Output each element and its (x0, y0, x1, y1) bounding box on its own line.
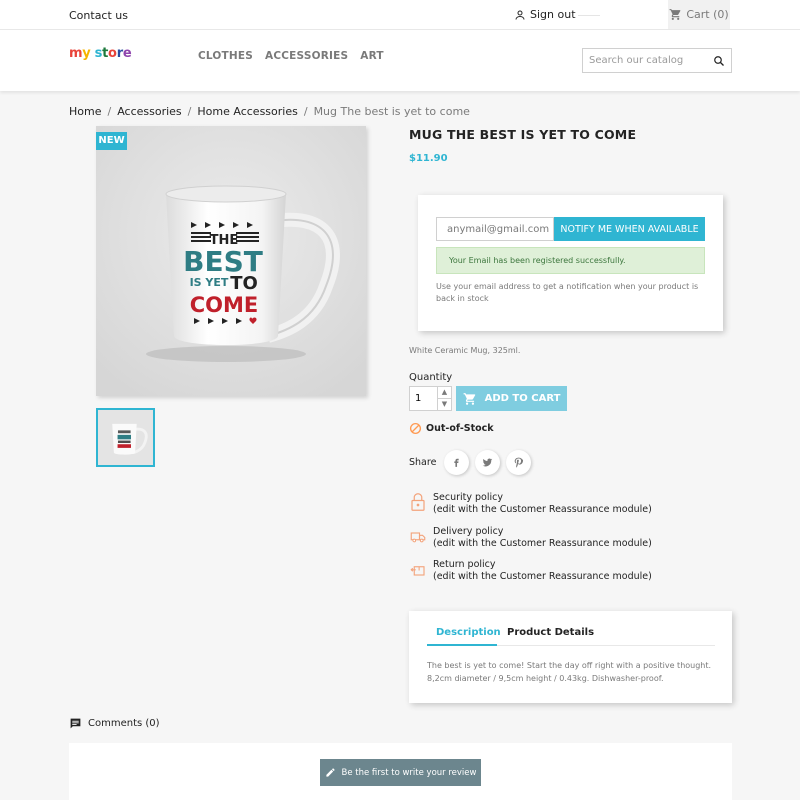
tab-description[interactable]: Description (436, 627, 501, 638)
breadcrumb-accessories[interactable]: Accessories (117, 105, 181, 118)
quantity-label: Quantity (409, 372, 453, 383)
comments-label: Comments (0) (88, 718, 160, 729)
stock-status-label: Out-of-Stock (426, 423, 494, 434)
logo-letter: o (108, 46, 117, 61)
facebook-share-button[interactable] (444, 450, 470, 475)
nav-item-clothes[interactable]: CLOTHES (198, 50, 253, 62)
share-section: Share (409, 450, 532, 475)
write-review-button[interactable]: Be the first to write your review (320, 759, 481, 786)
logo-letter: s (94, 46, 103, 61)
top-bar: Contact us Sign out Cart (0) (0, 0, 800, 30)
reassurance-return: Return policy (edit with the Customer Re… (409, 559, 669, 583)
pinterest-share-button[interactable] (506, 450, 532, 475)
mug-illustration: THE BEST IS YET TO COME (96, 126, 366, 396)
divider (578, 15, 600, 16)
active-tab-indicator (427, 644, 497, 646)
sign-out-label: Sign out (530, 8, 576, 21)
sign-out-link[interactable]: Sign out (514, 8, 576, 21)
comment-icon (70, 718, 81, 729)
product-main-image[interactable]: THE BEST IS YET TO COME (96, 126, 366, 396)
breadcrumb-separator: / (107, 105, 112, 118)
cart-icon (463, 392, 475, 405)
share-label: Share (409, 457, 437, 468)
reassurance-subtitle: (edit with the Customer Reassurance modu… (433, 504, 652, 515)
mug-text-come: COME (190, 293, 259, 317)
email-alert-panel: NOTIFY ME WHEN AVAILABLE Your Email has … (418, 195, 723, 331)
chevron-up-icon[interactable]: ▲ (437, 387, 451, 399)
reassurance-delivery: Delivery policy (edit with the Customer … (409, 526, 669, 550)
breadcrumb-separator: / (187, 105, 192, 118)
twitter-icon (483, 458, 493, 467)
add-to-cart-button[interactable]: ADD TO CART (456, 386, 567, 411)
breadcrumb-home[interactable]: Home (69, 105, 101, 118)
twitter-share-button[interactable] (475, 450, 501, 475)
mug-thumbnail-image (98, 410, 153, 465)
cart-label: Cart (0) (686, 8, 729, 21)
block-icon (409, 422, 422, 435)
new-badge: NEW (96, 132, 127, 150)
cart-button[interactable]: Cart (0) (668, 0, 730, 29)
email-field[interactable] (436, 217, 554, 241)
search-box (582, 48, 732, 73)
reviews-panel: Be the first to write your review (69, 743, 732, 800)
cart-icon (669, 9, 681, 20)
quantity-stepper: ▲ ▼ (409, 386, 452, 411)
success-message: Your Email has been registered successfu… (436, 247, 705, 274)
nav-item-accessories[interactable]: ACCESSORIES (265, 50, 348, 62)
quantity-input[interactable] (410, 387, 438, 410)
logo-letter: e (122, 46, 132, 61)
return-box-icon (410, 566, 425, 576)
breadcrumb-current: Mug The best is yet to come (313, 105, 470, 118)
reassurance-security: Security policy (edit with the Customer … (409, 492, 669, 516)
product-thumbnail[interactable] (96, 408, 155, 467)
store-logo[interactable]: my store (69, 46, 132, 61)
pinterest-icon (515, 457, 524, 468)
description-text: The best is yet to come! Start the day o… (427, 661, 712, 683)
search-input[interactable] (583, 49, 707, 72)
product-price: $11.90 (409, 153, 448, 164)
mug-text-to: TO (230, 273, 258, 294)
user-icon (515, 10, 525, 20)
stock-status: Out-of-Stock (409, 422, 494, 435)
main-nav: CLOTHES ACCESSORIES ART (198, 50, 384, 62)
nav-item-art[interactable]: ART (360, 50, 384, 62)
reassurance-title: Delivery policy (433, 526, 504, 537)
lock-icon (411, 493, 425, 511)
product-tabs: Description Product Details The best is … (409, 611, 732, 703)
comments-header: Comments (0) (69, 717, 160, 730)
breadcrumb-separator: / (303, 105, 308, 118)
reassurance-title: Return policy (433, 559, 496, 570)
notify-hint: Use your email address to get a notifica… (436, 282, 699, 303)
product-title: MUG THE BEST IS YET TO COME (409, 127, 637, 142)
logo-letter: m (69, 46, 83, 61)
contact-link[interactable]: Contact us (69, 9, 128, 22)
header: my store CLOTHES ACCESSORIES ART (0, 30, 800, 91)
chevron-down-icon[interactable]: ▼ (437, 399, 451, 411)
tab-product-details[interactable]: Product Details (507, 627, 594, 638)
short-description: White Ceramic Mug, 325ml. (409, 346, 521, 355)
reassurance-subtitle: (edit with the Customer Reassurance modu… (433, 538, 652, 549)
facebook-icon (454, 458, 460, 467)
write-review-label: Be the first to write your review (341, 767, 477, 778)
truck-icon (410, 532, 426, 543)
notify-button[interactable]: NOTIFY ME WHEN AVAILABLE (554, 217, 705, 241)
tab-divider (497, 645, 715, 646)
logo-letter: y (82, 46, 91, 61)
pencil-icon (325, 768, 335, 777)
add-to-cart-label: ADD TO CART (484, 393, 561, 404)
reassurance-subtitle: (edit with the Customer Reassurance modu… (433, 571, 652, 582)
mug-text-is-yet: IS YET (190, 276, 229, 289)
reassurance-title: Security policy (433, 492, 503, 503)
breadcrumb-home-accessories[interactable]: Home Accessories (197, 105, 297, 118)
breadcrumb: Home / Accessories / Home Accessories / … (69, 105, 470, 118)
search-icon[interactable] (713, 55, 725, 67)
